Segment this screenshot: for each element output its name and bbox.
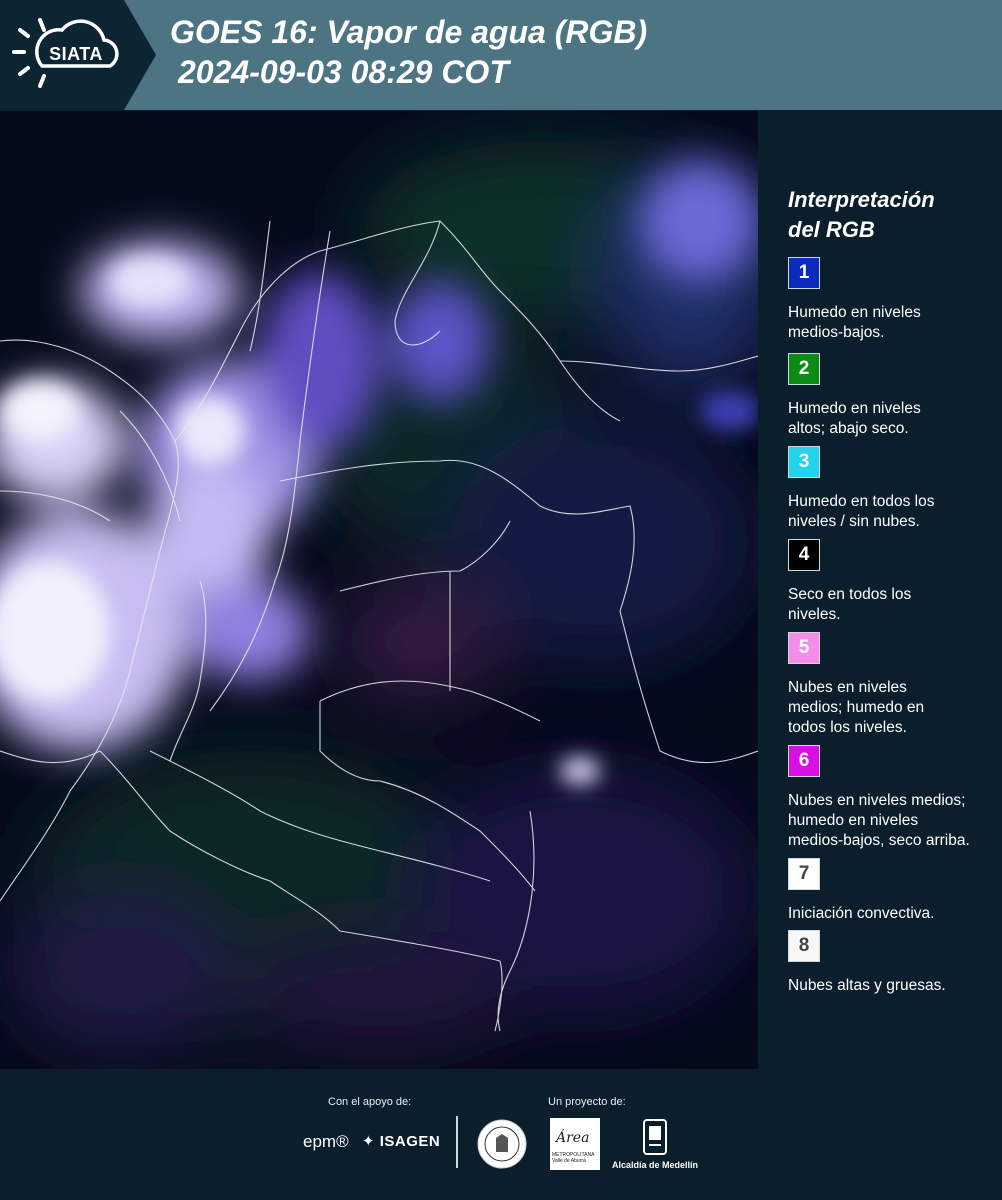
- header-bar: SIATA GOES 16: Vapor de agua (RGB) 2024-…: [0, 0, 1002, 110]
- legend-swatch-2: 2: [788, 353, 820, 385]
- legend-text-6: Nubes en niveles medios; humedo en nivel…: [788, 791, 998, 851]
- legend-swatch-8: 8: [788, 930, 820, 962]
- legend-panel: Interpretación del RGB 1 Humedo en nivel…: [760, 111, 1002, 1069]
- legend-text-3: Humedo en todos los niveles / sin nubes.: [788, 492, 998, 532]
- legend-text-5: Nubes en niveles medios; humedo en todos…: [788, 678, 998, 738]
- legend-line: todos los niveles.: [788, 719, 907, 736]
- legend-title-line1: Interpretación: [788, 187, 935, 212]
- legend-swatch-4: 4: [788, 539, 820, 571]
- legend-item-2: 2 Humedo en niveles altos; abajo seco.: [788, 353, 998, 439]
- legend-swatch-number: 2: [798, 358, 810, 379]
- isagen-logo: ✦ ISAGEN: [362, 1132, 440, 1150]
- legend-text-4: Seco en todos los niveles.: [788, 585, 998, 625]
- legend-line: Humedo en niveles: [788, 400, 921, 417]
- legend-swatch-1: 1: [788, 257, 820, 289]
- legend-swatch-number: 4: [798, 544, 810, 565]
- legend-swatch-5: 5: [788, 632, 820, 664]
- legend-swatch-6: 6: [788, 745, 820, 777]
- epm-logo: epm®: [303, 1132, 349, 1151]
- legend-line: Nubes en niveles: [788, 679, 907, 696]
- legend-line: niveles.: [788, 606, 841, 623]
- legend-swatch-number: 1: [798, 262, 810, 283]
- footer: Con el apoyo de: Un proyecto de: epm® ✦ …: [0, 1070, 1002, 1200]
- legend-swatch-number: 7: [798, 863, 810, 884]
- medellin-emblem-icon: [643, 1119, 667, 1155]
- legend-item-8: 8 Nubes altas y gruesas.: [788, 930, 998, 996]
- legend-item-3: 3 Humedo en todos los niveles / sin nube…: [788, 446, 998, 532]
- legend-line: humedo en niveles: [788, 812, 919, 829]
- legend-line: medios-bajos, seco arriba.: [788, 832, 970, 849]
- legend-item-4: 4 Seco en todos los niveles.: [788, 539, 998, 625]
- legend-item-6: 6 Nubes en niveles medios; humedo en niv…: [788, 745, 998, 851]
- area-logo-text: Área: [556, 1130, 590, 1146]
- legend-swatch-number: 3: [798, 451, 810, 472]
- legend-text-2: Humedo en niveles altos; abajo seco.: [788, 399, 998, 439]
- isagen-star-icon: ✦: [362, 1133, 376, 1150]
- area-metropolitana-logo: Área METROPOLITANA Valle de Aburrá: [550, 1118, 600, 1170]
- support-label: Con el apoyo de:: [328, 1096, 412, 1108]
- medellin-logo-text: Alcaldía de Medellín: [612, 1160, 699, 1170]
- legend-swatch-number: 8: [798, 935, 810, 956]
- page-title: GOES 16: Vapor de agua (RGB): [170, 14, 648, 50]
- legend-line: Nubes altas y gruesas.: [788, 977, 946, 994]
- project-label: Un proyecto de:: [548, 1096, 626, 1108]
- legend-line: niveles / sin nubes.: [788, 513, 920, 530]
- legend-swatch-3: 3: [788, 446, 820, 478]
- legend-item-1: 1 Humedo en niveles medios-bajos.: [788, 257, 998, 343]
- legend-title-line2: del RGB: [788, 217, 875, 242]
- legend-item-5: 5 Nubes en niveles medios; humedo en tod…: [788, 632, 998, 738]
- legend-title: Interpretación del RGB: [788, 185, 988, 245]
- legend-line: Humedo en niveles: [788, 304, 921, 321]
- timestamp-title: 2024-09-03 08:29 COT: [178, 54, 509, 90]
- legend-text-7: Iniciación convectiva.: [788, 904, 998, 924]
- legend-swatch-7: 7: [788, 858, 820, 890]
- satellite-imagery: [0, 111, 758, 1069]
- area-logo-subtext: METROPOLITANA Valle de Aburrá: [552, 1152, 595, 1164]
- legend-line: medios; humedo en: [788, 699, 925, 716]
- legend-line: Seco en todos los: [788, 586, 912, 603]
- siata-logo: SIATA: [0, 0, 156, 110]
- legend-swatch-number: 6: [798, 750, 810, 771]
- legend-line: Iniciación convectiva.: [788, 905, 935, 922]
- satellite-map[interactable]: [0, 111, 758, 1069]
- isagen-logo-text: ISAGEN: [379, 1133, 441, 1150]
- legend-text-8: Nubes altas y gruesas.: [788, 976, 998, 996]
- legend-line: medios-bajos.: [788, 324, 885, 341]
- antioquia-seal-icon: [477, 1119, 527, 1169]
- legend-item-7: 7 Iniciación convectiva.: [788, 858, 998, 924]
- legend-text-1: Humedo en niveles medios-bajos.: [788, 303, 998, 343]
- legend-line: Nubes en niveles medios;: [788, 792, 966, 809]
- legend-line: Humedo en todos los: [788, 493, 935, 510]
- legend-swatch-number: 5: [798, 637, 810, 658]
- logo-text: SIATA: [49, 44, 103, 64]
- legend-line: altos; abajo seco.: [788, 420, 909, 437]
- footer-divider: [456, 1116, 458, 1168]
